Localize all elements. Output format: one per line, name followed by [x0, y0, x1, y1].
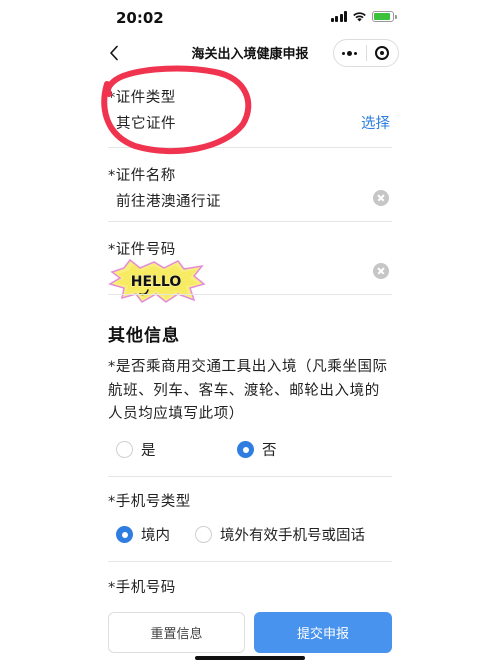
close-mini-program-button[interactable]: [367, 40, 399, 66]
more-dots-icon: [342, 50, 358, 56]
radio-label: 是: [141, 443, 156, 459]
annotation-circle: [101, 65, 252, 154]
divider: [108, 221, 392, 222]
section-title-other-info: 其他信息: [108, 326, 180, 346]
cert-type-value[interactable]: 其它证件: [116, 112, 176, 133]
battery-icon: [372, 11, 397, 22]
radio-checked-icon: [116, 526, 133, 543]
cert-name-input[interactable]: 前往港澳通行证: [116, 190, 221, 211]
radio-phone-domestic[interactable]: 境内: [116, 524, 170, 545]
radio-unchecked-icon: [116, 441, 133, 458]
hello-sticker: HELLO: [108, 258, 206, 308]
cellular-signal-icon: [330, 11, 347, 22]
sticker-text: HELLO: [131, 274, 182, 290]
transport-question: *是否乘商用交通工具出入境（凡乘坐国际 航班、列车、客车、渡轮、邮轮出入境的 人…: [108, 356, 398, 427]
status-time: 20:02: [116, 9, 164, 27]
transport-question-line: *是否乘商用交通工具出入境（凡乘坐国际: [108, 359, 388, 375]
home-indicator: [195, 656, 305, 660]
page-title: 海关出入境健康申报: [191, 47, 309, 62]
wifi-icon: [353, 12, 366, 22]
mini-program-capsule: [333, 39, 399, 67]
battery-level: [374, 13, 391, 20]
phone-type-label: *手机号类型: [108, 494, 191, 510]
divider: [108, 147, 392, 148]
reset-button[interactable]: 重置信息: [108, 612, 245, 653]
radio-transport-yes[interactable]: 是: [116, 439, 156, 460]
radio-label: 境内: [141, 528, 170, 544]
transport-question-line: 人员均应填写此项）: [108, 406, 244, 422]
phone-number-label: *手机号码: [108, 580, 176, 596]
radio-unchecked-icon: [195, 526, 212, 543]
cert-number-label: *证件号码: [108, 242, 176, 258]
target-close-icon: [375, 46, 390, 60]
submit-button[interactable]: 提交申报: [254, 612, 392, 653]
radio-label: 否: [262, 443, 277, 459]
radio-checked-icon: [237, 441, 254, 458]
radio-label: 境外有效手机号或固话: [220, 528, 365, 544]
cert-name-label: *证件名称: [108, 168, 176, 184]
transport-question-line: 航班、列车、客车、渡轮、邮轮出入境的: [108, 382, 380, 399]
nav-bar: 海关出入境健康申报: [0, 36, 500, 70]
status-bar: 20:02: [0, 0, 500, 36]
clear-cert-name-icon[interactable]: [373, 190, 389, 206]
clear-cert-number-icon[interactable]: [373, 263, 389, 279]
status-icons: [330, 11, 397, 22]
divider: [108, 294, 392, 295]
radio-phone-overseas[interactable]: 境外有效手机号或固话: [195, 524, 365, 545]
cert-type-label: *证件类型: [108, 90, 176, 106]
more-button[interactable]: [334, 40, 366, 66]
choose-cert-type-link[interactable]: 选择: [361, 112, 390, 133]
divider: [108, 476, 392, 477]
radio-transport-no[interactable]: 否: [237, 439, 277, 460]
divider: [108, 561, 392, 562]
